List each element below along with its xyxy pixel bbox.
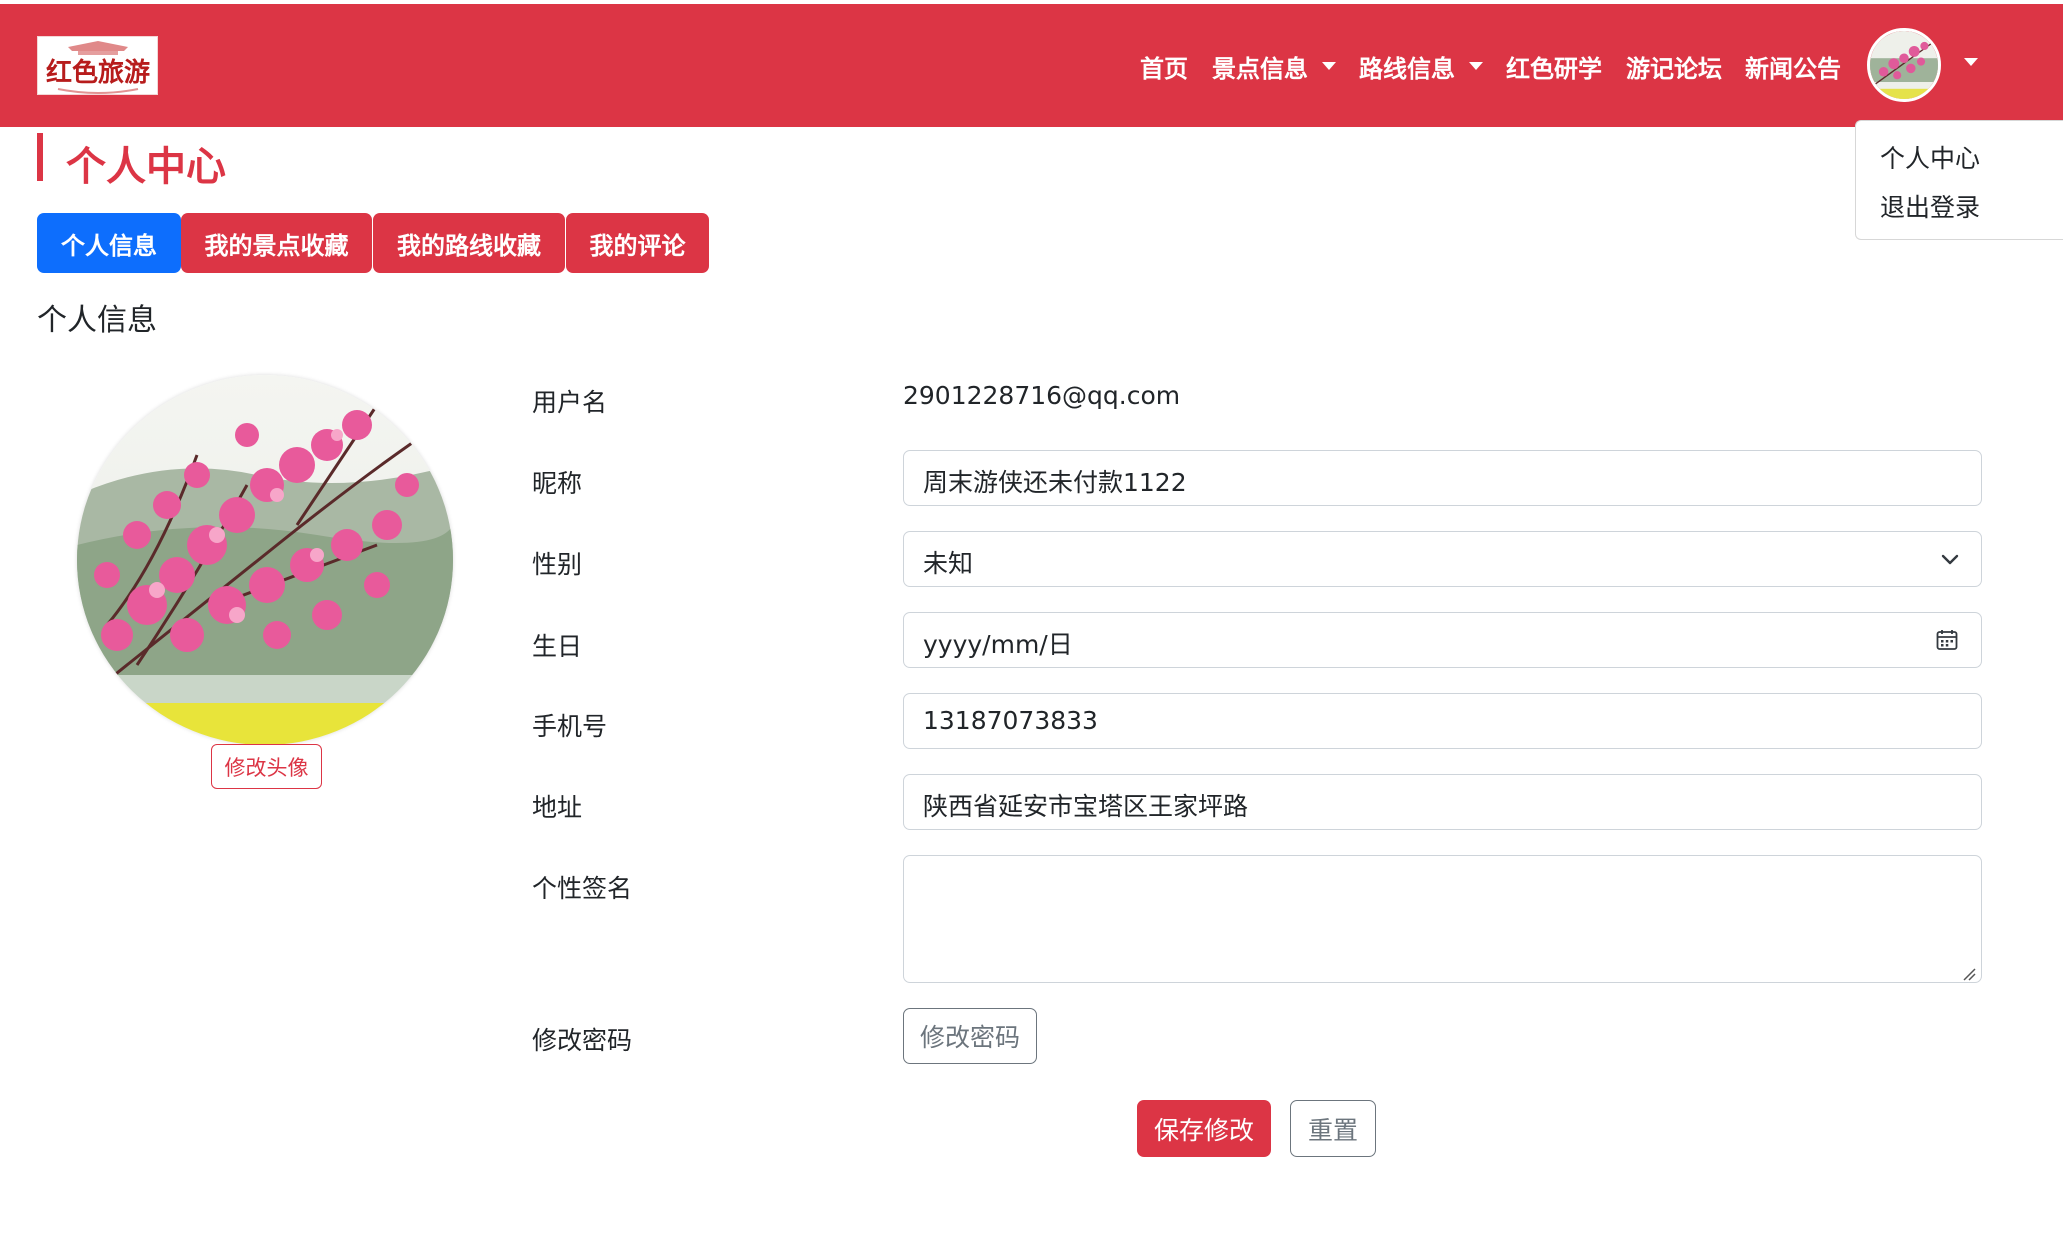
nav-news-label: 新闻公告 bbox=[1745, 54, 1841, 83]
tab-label: 个人信息 bbox=[61, 231, 157, 260]
chevron-down-icon bbox=[1941, 554, 1959, 565]
password-label: 修改密码 bbox=[532, 1026, 633, 1055]
site-logo[interactable]: 红色旅游 bbox=[37, 36, 158, 95]
tab-label: 我的路线收藏 bbox=[397, 231, 541, 260]
nav-routes-label: 路线信息 bbox=[1359, 54, 1455, 83]
nickname-field[interactable]: 周末游侠还未付款1122 bbox=[903, 450, 1982, 506]
reset-button[interactable]: 重置 bbox=[1290, 1100, 1376, 1157]
gender-value: 未知 bbox=[923, 549, 974, 578]
tab-label: 我的评论 bbox=[589, 231, 686, 260]
profile-avatar-image bbox=[77, 375, 453, 745]
nickname-value: 周末游侠还未付款1122 bbox=[923, 468, 1187, 497]
user-avatar[interactable] bbox=[1867, 28, 1941, 102]
username-label: 用户名 bbox=[532, 388, 608, 417]
phone-label: 手机号 bbox=[532, 712, 608, 741]
address-value: 陕西省延安市宝塔区王家坪路 bbox=[923, 792, 1249, 821]
address-field[interactable]: 陕西省延安市宝塔区王家坪路 bbox=[903, 774, 1982, 830]
resize-handle-icon[interactable] bbox=[1962, 967, 1976, 981]
birthday-field[interactable]: yyyy/mm/日 bbox=[903, 612, 1982, 668]
tab-my-comments[interactable]: 我的评论 bbox=[566, 213, 709, 273]
user-dropdown-menu: 个人中心 退出登录 bbox=[1855, 120, 2063, 240]
calendar-icon[interactable] bbox=[1935, 628, 1959, 652]
nav-red-study-label: 红色研学 bbox=[1506, 54, 1602, 83]
save-button[interactable]: 保存修改 bbox=[1137, 1100, 1271, 1157]
tab-label: 我的景点收藏 bbox=[204, 231, 349, 260]
tab-profile-info[interactable]: 个人信息 bbox=[37, 213, 181, 273]
phone-value: 13187073833 bbox=[923, 706, 1098, 735]
nickname-label: 昵称 bbox=[532, 469, 583, 498]
nav-attractions[interactable]: 景点信息 bbox=[1212, 50, 1336, 83]
menu-item-profile[interactable]: 个人中心 bbox=[1880, 139, 1980, 175]
address-label: 地址 bbox=[532, 793, 583, 822]
nav-forum-label: 游记论坛 bbox=[1626, 54, 1722, 83]
chevron-down-icon bbox=[1469, 62, 1483, 70]
nav-routes[interactable]: 路线信息 bbox=[1359, 50, 1483, 83]
nav-home[interactable]: 首页 bbox=[1140, 50, 1188, 83]
menu-item-logout[interactable]: 退出登录 bbox=[1880, 188, 1980, 224]
change-password-button[interactable]: 修改密码 bbox=[903, 1008, 1037, 1064]
tab-route-favorites[interactable]: 我的路线收藏 bbox=[373, 213, 565, 273]
gender-select[interactable]: 未知 bbox=[903, 531, 1982, 587]
nav-attractions-label: 景点信息 bbox=[1212, 54, 1308, 83]
user-menu-chevron-icon[interactable] bbox=[1964, 58, 1978, 66]
title-accent-bar bbox=[37, 133, 43, 181]
nav-forum[interactable]: 游记论坛 bbox=[1626, 50, 1722, 83]
gender-label: 性别 bbox=[532, 550, 583, 579]
birthday-label: 生日 bbox=[532, 632, 583, 661]
svg-text:红色旅游: 红色旅游 bbox=[46, 57, 150, 88]
chevron-down-icon bbox=[1322, 62, 1336, 70]
nav-home-label: 首页 bbox=[1140, 54, 1188, 83]
birthday-value: yyyy/mm/日 bbox=[923, 630, 1073, 659]
signature-textarea[interactable] bbox=[903, 855, 1982, 983]
phone-field[interactable]: 13187073833 bbox=[903, 693, 1982, 749]
username-value: 2901228716@qq.com bbox=[903, 381, 1181, 410]
tab-attraction-favorites[interactable]: 我的景点收藏 bbox=[181, 213, 372, 273]
page-title: 个人中心 bbox=[66, 144, 226, 190]
nav-red-study[interactable]: 红色研学 bbox=[1506, 50, 1602, 83]
signature-label: 个性签名 bbox=[532, 874, 633, 903]
nav-news[interactable]: 新闻公告 bbox=[1745, 50, 1841, 83]
change-avatar-button[interactable]: 修改头像 bbox=[211, 744, 322, 789]
section-title: 个人信息 bbox=[37, 303, 157, 338]
